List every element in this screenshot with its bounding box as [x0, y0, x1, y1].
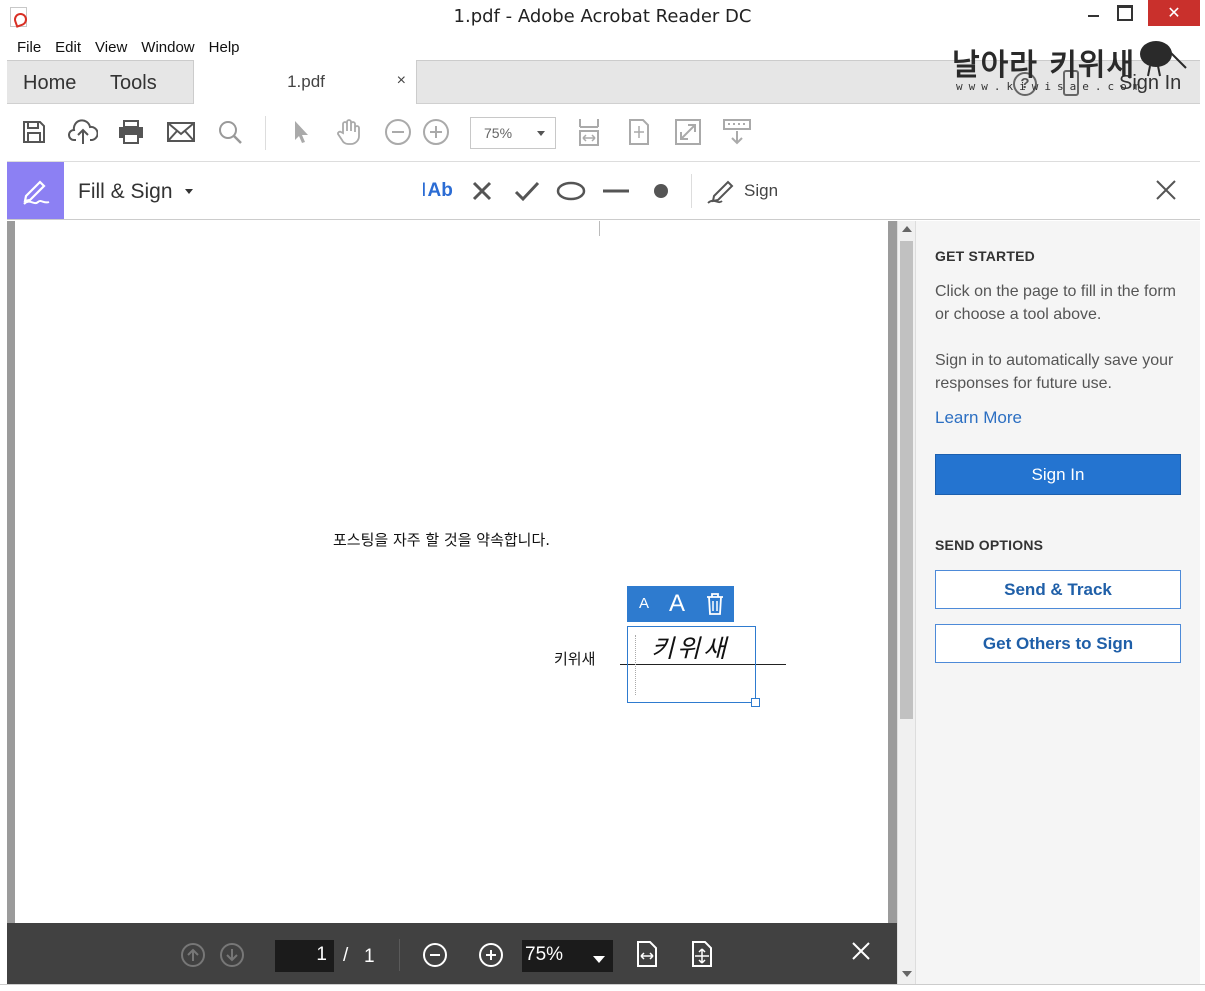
line-icon[interactable] [601, 176, 631, 206]
select-pointer-icon[interactable] [285, 117, 315, 147]
toolbar-divider [265, 116, 266, 150]
main-toolbar: 75% [7, 104, 1200, 162]
pdf-page[interactable]: 포스팅을 자주 할 것을 약속합니다. 키위새 A A 키위새 [15, 221, 888, 923]
scroll-down-arrow-icon[interactable] [902, 971, 912, 977]
menu-view[interactable]: View [95, 39, 127, 56]
resize-handle[interactable] [751, 698, 760, 707]
cross-mark-icon[interactable] [470, 176, 494, 206]
sign-in-hint-text: Sign in to automatically save your respo… [935, 352, 1174, 392]
search-icon[interactable] [215, 117, 245, 147]
page-separator: / [343, 945, 349, 966]
read-mode-icon[interactable] [722, 117, 752, 147]
current-page-input[interactable]: 1 [275, 940, 334, 972]
ellipse-icon[interactable] [555, 176, 587, 206]
page-crop-mark [599, 221, 600, 236]
watermark-url: www.kiwisae.com [956, 80, 1146, 93]
increase-font-button[interactable]: A [669, 590, 685, 618]
watermark-title: 날아라 키위새 [952, 48, 1136, 83]
sign-pen-icon[interactable] [706, 176, 738, 206]
annotation-mini-toolbar: A A [627, 586, 734, 622]
right-help-pane: GET STARTED Click on the page to fill in… [915, 221, 1200, 984]
zoom-value: 75% [484, 125, 513, 141]
chevron-down-icon [537, 131, 545, 136]
print-icon[interactable] [116, 117, 146, 147]
zoom-in-icon[interactable] [479, 943, 503, 967]
bottom-zoom-value: 75% [525, 944, 564, 965]
vertical-scrollbar[interactable] [897, 221, 915, 984]
window-bottom-edge [0, 984, 1205, 991]
trash-icon[interactable] [706, 593, 724, 615]
fill-sign-divider [691, 174, 692, 208]
sign-button-label[interactable]: Sign [744, 181, 778, 201]
next-page-icon[interactable] [220, 943, 244, 967]
fit-page-icon[interactable] [690, 940, 714, 970]
get-started-text: Click on the page to fill in the form or… [935, 283, 1177, 323]
bottom-bar-divider [399, 939, 400, 971]
signer-name-label: 키위새 [554, 650, 596, 668]
menu-edit[interactable]: Edit [55, 39, 81, 56]
email-icon[interactable] [166, 117, 196, 147]
bottom-zoom-select[interactable]: 75% [522, 940, 613, 972]
send-track-button[interactable]: Send & Track [935, 570, 1181, 609]
window-title: 1.pdf - Adobe Acrobat Reader DC [453, 6, 752, 27]
check-mark-icon[interactable] [512, 176, 542, 206]
minimize-button[interactable] [1078, 0, 1108, 26]
send-options-heading: SEND OPTIONS [935, 537, 1044, 553]
blog-watermark: 날아라 키위새 www.kiwisae.com [952, 38, 1192, 98]
zoom-out-icon[interactable] [383, 117, 413, 147]
tab-document-label: 1.pdf [287, 72, 325, 91]
zoom-select[interactable]: 75% [470, 117, 556, 149]
decrease-font-button[interactable]: A [639, 595, 649, 612]
menu-window[interactable]: Window [141, 39, 194, 56]
fill-sign-toolbar: Fill & Sign I Ab Sign [7, 162, 1200, 220]
tab-tools[interactable]: Tools [110, 72, 157, 95]
close-icon[interactable] [851, 941, 875, 965]
close-icon[interactable] [1155, 175, 1181, 205]
hand-tool-icon[interactable] [334, 117, 364, 147]
save-icon[interactable] [19, 117, 49, 147]
dot-icon[interactable] [651, 176, 671, 206]
sign-in-button[interactable]: Sign In [935, 454, 1181, 495]
menu-file[interactable]: File [17, 39, 41, 56]
signature-box-guide [635, 635, 636, 695]
cloud-upload-icon[interactable] [68, 117, 98, 147]
tab-close-icon[interactable]: × [397, 72, 406, 90]
fit-width-icon[interactable] [635, 940, 659, 970]
page-navigation-bar: 1 / 1 75% [7, 923, 897, 984]
zoom-in-icon[interactable] [421, 117, 451, 147]
kiwi-bird-logo [1140, 41, 1187, 77]
learn-more-link[interactable]: Learn More [935, 408, 1022, 428]
window-close-button[interactable]: ✕ [1148, 0, 1200, 26]
tab-document[interactable]: 1.pdf × [193, 60, 417, 105]
previous-page-icon[interactable] [181, 943, 205, 967]
document-viewport[interactable]: 포스팅을 자주 할 것을 약속합니다. 키위새 A A 키위새 [7, 221, 897, 923]
handwritten-signature[interactable]: 키위새 [651, 629, 729, 665]
fit-page-icon[interactable] [624, 117, 654, 147]
chevron-down-icon [593, 956, 605, 963]
chevron-down-icon[interactable] [185, 189, 193, 194]
total-pages: 1 [364, 946, 375, 967]
add-text-icon[interactable]: I Ab [420, 176, 454, 206]
scrollbar-thumb[interactable] [900, 241, 913, 719]
zoom-out-icon[interactable] [423, 943, 447, 967]
fill-sign-tool-icon [7, 162, 64, 219]
full-screen-icon[interactable] [673, 117, 703, 147]
pledge-text: 포스팅을 자주 할 것을 약속합니다. [333, 531, 551, 549]
fill-sign-title[interactable]: Fill & Sign [78, 180, 173, 204]
get-started-heading: GET STARTED [935, 248, 1035, 264]
add-text-label: Ab [427, 180, 453, 201]
maximize-button[interactable] [1110, 0, 1140, 26]
get-others-to-sign-button[interactable]: Get Others to Sign [935, 624, 1181, 663]
fit-width-icon[interactable] [574, 117, 604, 147]
title-bar: 1.pdf - Adobe Acrobat Reader DC ✕ [0, 0, 1205, 34]
tab-home[interactable]: Home [23, 72, 76, 95]
scroll-up-arrow-icon[interactable] [902, 226, 912, 232]
menu-help[interactable]: Help [209, 39, 240, 56]
